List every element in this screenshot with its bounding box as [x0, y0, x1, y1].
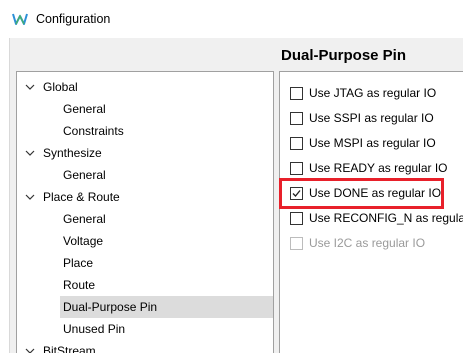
tree-item-label: Unused Pin — [63, 322, 126, 336]
highlight-box — [279, 178, 444, 209]
tree-item[interactable]: General — [17, 164, 273, 186]
tree-group[interactable]: Synthesize — [17, 142, 273, 164]
tree-item-label: Route — [63, 278, 96, 292]
chevron-down-icon[interactable] — [24, 186, 36, 208]
chevron-down-icon[interactable] — [24, 142, 36, 164]
chevron-down-icon[interactable] — [24, 340, 36, 353]
tree-group[interactable]: BitStream — [17, 340, 273, 353]
tree-item-label: Constraints — [63, 124, 124, 138]
option-row: Use I2C as regular IO — [280, 234, 463, 254]
tree-item[interactable]: Route — [17, 274, 273, 296]
tree-item-label: Dual-Purpose Pin — [63, 300, 158, 314]
tree-item-label: Voltage — [63, 234, 104, 248]
gowin-logo-icon — [12, 13, 28, 25]
tree-item-label: Place — [63, 256, 94, 270]
category-tree[interactable]: Global General Constraints Synthesize Genera… — [16, 71, 274, 353]
option-row[interactable]: Use JTAG as regular IO — [280, 84, 463, 104]
tree-item[interactable]: Place — [17, 252, 273, 274]
tree-item[interactable]: General — [17, 208, 273, 230]
tree-item[interactable]: Unused Pin — [17, 318, 273, 340]
tree-item-label: BitStream — [43, 344, 96, 353]
tree-item[interactable]: Constraints — [17, 120, 273, 142]
tree-item-label: General — [63, 212, 106, 226]
section-title: Dual-Purpose Pin — [281, 47, 407, 64]
option-label: Use SSPI as regular IO — [309, 111, 434, 125]
checkbox[interactable] — [290, 162, 303, 175]
option-label: Use I2C as regular IO — [309, 236, 426, 250]
tree-group[interactable]: Global — [17, 76, 273, 98]
tree-item[interactable]: Voltage — [17, 230, 273, 252]
option-row[interactable]: Use MSPI as regular IO — [280, 134, 463, 154]
option-label: Use JTAG as regular IO — [309, 86, 437, 100]
checkbox — [290, 237, 303, 250]
checkbox[interactable] — [290, 137, 303, 150]
option-row[interactable]: Use SSPI as regular IO — [280, 109, 463, 129]
checkbox[interactable] — [290, 212, 303, 225]
checkbox[interactable] — [290, 112, 303, 125]
tree-item-label: Place & Route — [43, 190, 120, 204]
title-bar: Configuration — [0, 0, 463, 38]
option-row[interactable]: Use RECONFIG_N as regular IO — [280, 209, 463, 229]
option-label: Use RECONFIG_N as regular IO — [309, 211, 463, 225]
tree-item-label: General — [63, 168, 106, 182]
option-label: Use READY as regular IO — [309, 161, 448, 175]
options-panel: Use JTAG as regular IO Use SSPI as regula… — [279, 71, 463, 353]
tree-group[interactable]: Place & Route — [17, 186, 273, 208]
option-row[interactable]: Use READY as regular IO — [280, 159, 463, 179]
checkbox[interactable] — [290, 87, 303, 100]
window-title: Configuration — [36, 12, 111, 26]
tree-item[interactable]: General — [17, 98, 273, 120]
tree-item-label: General — [63, 102, 106, 116]
tree-item-label: Synthesize — [43, 146, 102, 160]
option-label: Use MSPI as regular IO — [309, 136, 436, 150]
tree-item[interactable]: Dual-Purpose Pin — [17, 296, 273, 318]
chevron-down-icon[interactable] — [24, 76, 36, 98]
tree-item-label: Global — [43, 80, 78, 94]
window-left-edge — [0, 38, 10, 353]
